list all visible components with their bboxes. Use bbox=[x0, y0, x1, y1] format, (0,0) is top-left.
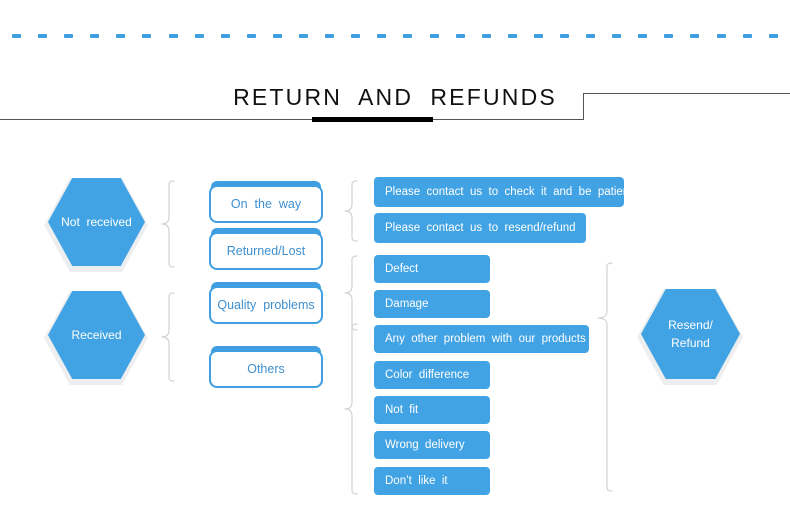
divider-dash bbox=[142, 34, 152, 38]
action-color-difference[interactable]: Color difference bbox=[374, 361, 490, 389]
divider-dash bbox=[377, 34, 387, 38]
action-contact-resend-label: Please contact us to resend/refund bbox=[385, 222, 576, 234]
category-on-the-way-label: On the way bbox=[230, 197, 302, 211]
category-quality-problems-label: Quality problems bbox=[217, 298, 315, 312]
divider-dash bbox=[664, 34, 674, 38]
divider-dash bbox=[559, 34, 569, 38]
action-dont-like-it[interactable]: Don’t like it bbox=[374, 467, 490, 495]
category-returned-lost-label: Returned/Lost bbox=[226, 244, 306, 258]
action-any-other-problem-label: Any other problem with our products bbox=[385, 333, 586, 345]
divider-dash bbox=[481, 34, 491, 38]
divider-dash bbox=[768, 34, 778, 38]
divider-dash bbox=[716, 34, 726, 38]
divider-dash bbox=[742, 34, 752, 38]
action-wrong-delivery-label: Wrong delivery bbox=[385, 439, 465, 451]
action-damage[interactable]: Damage bbox=[374, 290, 490, 318]
divider-dash bbox=[299, 34, 309, 38]
page-title: RETURN AND REFUNDS bbox=[233, 84, 557, 110]
action-defect-label: Defect bbox=[385, 263, 419, 275]
title-rule-riser bbox=[583, 94, 584, 120]
return-and-refunds-flowchart: RETURN AND REFUNDS Not received Received… bbox=[0, 0, 790, 528]
hexagon-not-received-label: Not received bbox=[61, 215, 132, 229]
category-quality-problems[interactable]: Quality problems bbox=[209, 286, 323, 324]
action-defect[interactable]: Defect bbox=[374, 255, 490, 283]
divider-dash bbox=[64, 34, 74, 38]
brace-on-the-way bbox=[343, 180, 359, 242]
title-rule-left bbox=[0, 119, 584, 120]
divider-dash bbox=[612, 34, 622, 38]
action-contact-resend[interactable]: Please contact us to resend/refund bbox=[374, 213, 586, 243]
divider-dash bbox=[638, 34, 648, 38]
brace-quality-problems bbox=[343, 255, 359, 331]
divider-dash bbox=[272, 34, 282, 38]
divider-dash bbox=[90, 34, 100, 38]
divider-dash bbox=[194, 34, 204, 38]
divider-dash bbox=[325, 34, 335, 38]
hexagon-received-label: Received bbox=[71, 328, 122, 342]
top-dotted-divider bbox=[12, 34, 778, 38]
action-color-difference-label: Color difference bbox=[385, 369, 470, 381]
action-wrong-delivery[interactable]: Wrong delivery bbox=[374, 431, 490, 459]
brace-received bbox=[160, 292, 176, 382]
brace-others bbox=[343, 323, 359, 495]
divider-dash bbox=[586, 34, 596, 38]
title-rule-accent bbox=[312, 117, 433, 122]
divider-dash bbox=[507, 34, 517, 38]
divider-dash bbox=[455, 34, 465, 38]
action-damage-label: Damage bbox=[385, 298, 429, 310]
brace-resolution bbox=[596, 262, 614, 492]
divider-dash bbox=[690, 34, 700, 38]
title-rule-right bbox=[583, 93, 790, 94]
divider-dash bbox=[351, 34, 361, 38]
action-any-other-problem[interactable]: Any other problem with our products bbox=[374, 325, 589, 353]
divider-dash bbox=[12, 34, 21, 38]
action-not-fit-label: Not fit bbox=[385, 404, 419, 416]
brace-not-received bbox=[160, 180, 176, 268]
divider-dash bbox=[533, 34, 543, 38]
divider-dash bbox=[38, 34, 48, 38]
divider-dash bbox=[168, 34, 178, 38]
category-others[interactable]: Others bbox=[209, 350, 323, 388]
action-contact-check[interactable]: Please contact us to check it and be pat… bbox=[374, 177, 632, 207]
action-contact-check-label: Please contact us to check it and be pat… bbox=[385, 186, 633, 198]
category-on-the-way[interactable]: On the way bbox=[209, 185, 323, 223]
category-others-label: Others bbox=[247, 362, 285, 376]
divider-dash bbox=[220, 34, 230, 38]
hexagon-resolution-label: Resend/ Refund bbox=[668, 318, 713, 350]
category-returned-lost[interactable]: Returned/Lost bbox=[209, 232, 323, 270]
action-dont-like-it-label: Don’t like it bbox=[385, 475, 448, 487]
divider-dash bbox=[403, 34, 413, 38]
divider-dash bbox=[246, 34, 256, 38]
action-not-fit[interactable]: Not fit bbox=[374, 396, 490, 424]
divider-dash bbox=[116, 34, 126, 38]
divider-dash bbox=[429, 34, 439, 38]
